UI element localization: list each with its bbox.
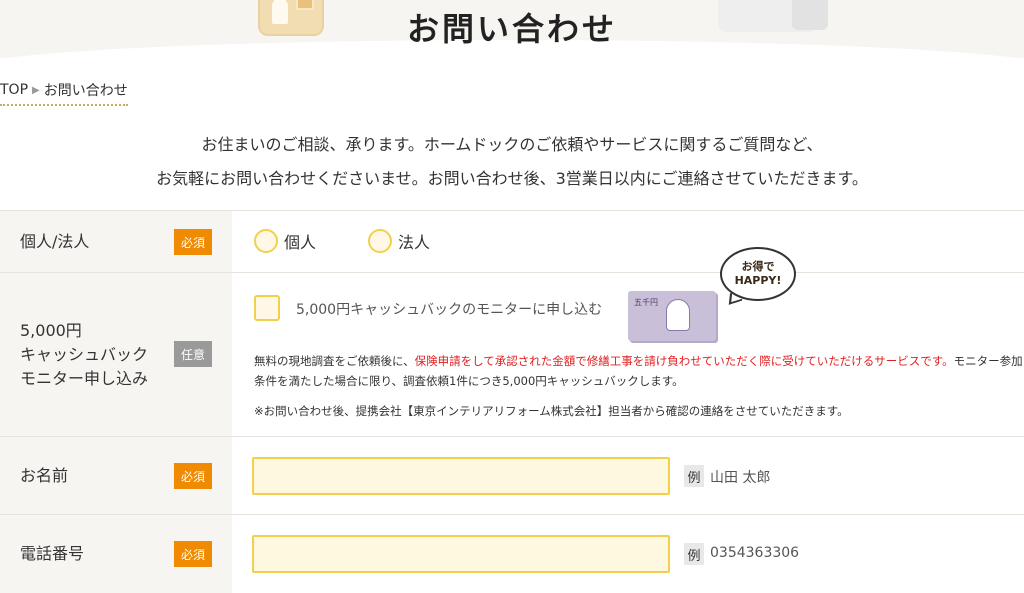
required-badge: 必須 (174, 541, 212, 567)
required-badge: 必須 (174, 463, 212, 489)
page-hero: お問い合わせ (0, 0, 1024, 58)
form-row-phone: 電話番号 必須 例 0354363306 (0, 515, 1024, 593)
speech-bubble: お得で HAPPY! (720, 247, 796, 301)
form-label-cell: お名前 必須 (0, 437, 232, 514)
intro-text: お住まいのご相談、承ります。ホームドックのご依頼やサービスに関するご質問など、 … (0, 128, 1024, 196)
phone-input[interactable] (252, 535, 670, 573)
phone-example: 0354363306 (710, 545, 800, 561)
name-example: 山田 太郎 (710, 470, 771, 486)
breadcrumb: TOP ▶ お問い合わせ (0, 80, 128, 106)
phone-field: 例 0354363306 (232, 515, 1024, 593)
form-row-name: お名前 必須 例 山田 太郎 (0, 437, 1024, 515)
breadcrumb-current: お問い合わせ (43, 83, 128, 99)
required-badge: 必須 (174, 229, 212, 255)
breadcrumb-arrow-icon: ▶ (32, 84, 40, 96)
cashback-label: 5,000円 キャッシュバック モニター申し込み (20, 320, 149, 388)
cashback-field: 5,000円キャッシュバックのモニターに申し込む 五千円 お得で HAPPY! … (232, 211, 1024, 418)
customer-type-label: 個人/法人 (20, 231, 90, 251)
cashback-note: 無料の現地調査をご依頼後に、保険申請をして承認された金額で修繕工事を請け負わせて… (254, 354, 1023, 388)
cashback-note-highlight: 保険申請をして承認された金額で修繕工事を請け負わせていただく際に受けていただける… (414, 354, 954, 368)
name-field: 例 山田 太郎 (232, 437, 1024, 514)
example-tag: 例 (684, 465, 704, 487)
name-label: お名前 (20, 465, 69, 485)
intro-line-2: お気軽にお問い合わせくださいませ。お問い合わせ後、3営業日以内にご連絡させていた… (156, 169, 868, 188)
example-tag: 例 (684, 543, 704, 565)
cashback-checkbox[interactable] (254, 295, 280, 321)
form-label-cell: 電話番号 必須 (0, 515, 232, 593)
optional-badge: 任意 (174, 341, 212, 367)
cashback-checkbox-label[interactable]: 5,000円キャッシュバックのモニターに申し込む (296, 299, 602, 319)
contact-form: 個人/法人 必須 個人 法人 5,000円 キャッシュバック モニター申し込み … (0, 210, 1024, 593)
banknote-illustration: 五千円 (628, 291, 716, 341)
form-label-cell: 個人/法人 必須 (0, 211, 232, 272)
form-row-cashback: 5,000円 キャッシュバック モニター申し込み 任意 5,000円キャッシュバ… (0, 247, 1024, 437)
breadcrumb-home-link[interactable]: TOP (0, 82, 28, 98)
form-label-cell: 5,000円 キャッシュバック モニター申し込み 任意 (0, 273, 232, 436)
page-title: お問い合わせ (406, 10, 617, 48)
cashback-note-2: ※お問い合わせ後、提携会社【東京インテリアリフォーム株式会社】担当者から確認の連… (254, 404, 849, 418)
name-input[interactable] (252, 457, 670, 495)
phone-label: 電話番号 (20, 544, 85, 563)
intro-line-1: お住まいのご相談、承ります。ホームドックのご依頼やサービスに関するご質問など、 (201, 135, 823, 154)
